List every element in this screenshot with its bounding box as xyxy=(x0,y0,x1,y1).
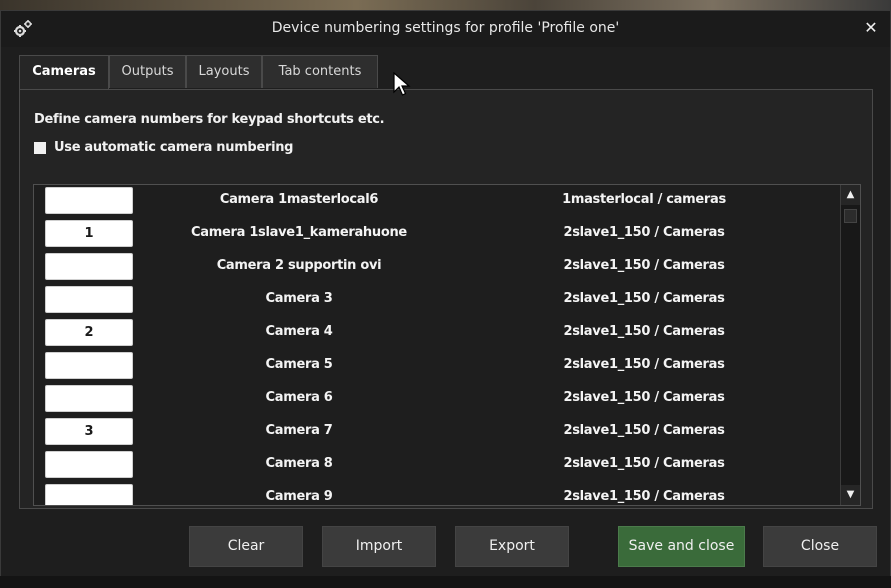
scroll-down-icon[interactable]: ▼ xyxy=(841,485,860,505)
background-bottom xyxy=(0,576,891,588)
import-button[interactable]: Import xyxy=(322,526,436,567)
camera-path: 2slave1_150 / Cameras xyxy=(563,357,725,372)
camera-number-field[interactable] xyxy=(45,352,133,379)
camera-path: 2slave1_150 / Cameras xyxy=(563,225,725,240)
title-bar: Device numbering settings for profile 'P… xyxy=(1,11,890,47)
camera-name: Camera 1slave1_kamerahuone xyxy=(191,225,407,240)
camera-path: 2slave1_150 / Cameras xyxy=(563,291,725,306)
camera-name: Camera 6 xyxy=(265,390,333,405)
table-row: Camera 5 2slave1_150 / Cameras xyxy=(34,350,842,383)
cameras-panel: Define camera numbers for keypad shortcu… xyxy=(19,89,873,509)
vertical-scrollbar[interactable]: ▲ ▼ xyxy=(840,185,860,505)
tab-tab-contents[interactable]: Tab contents xyxy=(262,55,378,88)
camera-name: Camera 2 supportin ovi xyxy=(216,258,382,273)
camera-path: 2slave1_150 / Cameras xyxy=(563,324,725,339)
table-row: Camera 8 2slave1_150 / Cameras xyxy=(34,449,842,482)
camera-number-field[interactable]: 3 xyxy=(45,418,133,445)
table-row: Camera 6 2slave1_150 / Cameras xyxy=(34,383,842,416)
close-button[interactable]: Close xyxy=(763,526,877,567)
auto-numbering-label: Use automatic camera numbering xyxy=(54,140,294,155)
scroll-up-icon[interactable]: ▲ xyxy=(841,185,860,205)
table-row: 3 Camera 7 2slave1_150 / Cameras xyxy=(34,416,842,449)
table-row: 2 Camera 4 2slave1_150 / Cameras xyxy=(34,317,842,350)
scroll-thumb[interactable] xyxy=(844,209,857,223)
tab-cameras[interactable]: Cameras xyxy=(19,55,109,90)
camera-number-field[interactable]: 2 xyxy=(45,319,133,346)
camera-name: Camera 9 xyxy=(265,489,333,504)
close-icon[interactable]: ✕ xyxy=(860,17,882,39)
mouse-pointer-icon xyxy=(393,71,411,98)
camera-number-field[interactable] xyxy=(45,484,133,505)
camera-name: Camera 5 xyxy=(265,357,333,372)
camera-number-field[interactable] xyxy=(45,385,133,412)
table-row: Camera 3 2slave1_150 / Cameras xyxy=(34,284,842,317)
save-and-close-button[interactable]: Save and close xyxy=(618,526,745,567)
camera-path: 2slave1_150 / Cameras xyxy=(563,456,725,471)
camera-name: Camera 8 xyxy=(265,456,333,471)
camera-name: Camera 4 xyxy=(265,324,333,339)
camera-number-field[interactable] xyxy=(45,187,133,214)
checkbox-square[interactable] xyxy=(34,142,46,154)
camera-name: Camera 3 xyxy=(265,291,333,306)
dialog-title: Device numbering settings for profile 'P… xyxy=(271,20,620,36)
camera-number-field[interactable] xyxy=(45,286,133,313)
camera-list: Camera 1masterlocal6 1masterlocal / came… xyxy=(33,184,861,506)
camera-path: 1masterlocal / cameras xyxy=(562,192,726,207)
table-row: Camera 9 2slave1_150 / Cameras xyxy=(34,482,842,505)
camera-path: 2slave1_150 / Cameras xyxy=(563,423,725,438)
camera-number-field[interactable]: 1 xyxy=(45,220,133,247)
table-row: 1 Camera 1slave1_kamerahuone 2slave1_150… xyxy=(34,218,842,251)
table-row: Camera 1masterlocal6 1masterlocal / came… xyxy=(34,185,842,218)
camera-number-field[interactable] xyxy=(45,451,133,478)
camera-path: 2slave1_150 / Cameras xyxy=(563,489,725,504)
tab-layouts[interactable]: Layouts xyxy=(186,55,262,88)
camera-path: 2slave1_150 / Cameras xyxy=(563,390,725,405)
clear-button[interactable]: Clear xyxy=(189,526,303,567)
background-desktop xyxy=(0,0,891,10)
export-button[interactable]: Export xyxy=(455,526,569,567)
tab-outputs[interactable]: Outputs xyxy=(109,55,186,88)
camera-path: 2slave1_150 / Cameras xyxy=(563,258,725,273)
table-row: Camera 2 supportin ovi 2slave1_150 / Cam… xyxy=(34,251,842,284)
camera-name: Camera 7 xyxy=(265,423,333,438)
camera-name: Camera 1masterlocal6 xyxy=(219,192,379,207)
device-numbering-dialog: Device numbering settings for profile 'P… xyxy=(0,10,891,580)
panel-description: Define camera numbers for keypad shortcu… xyxy=(34,112,385,127)
camera-number-field[interactable] xyxy=(45,253,133,280)
